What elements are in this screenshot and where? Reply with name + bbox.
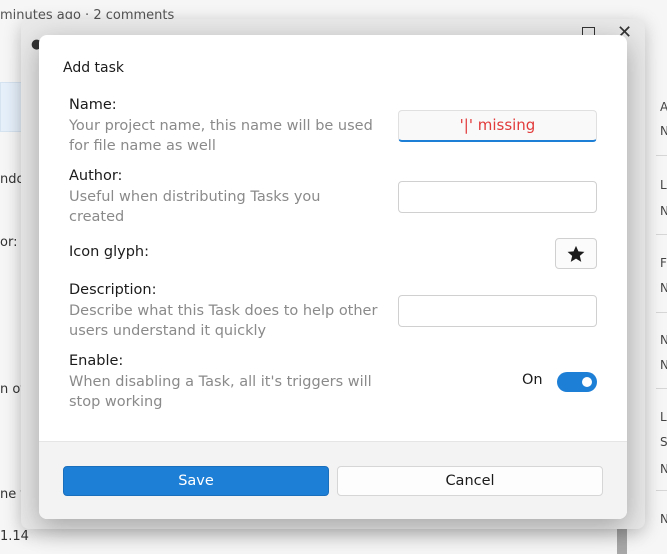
author-input[interactable] xyxy=(398,181,597,213)
divider xyxy=(656,155,667,156)
enable-toggle[interactable] xyxy=(557,372,597,392)
icon-row: Icon glyph: xyxy=(69,243,599,262)
left-panel-selection xyxy=(0,82,22,132)
toggle-knob xyxy=(582,377,592,387)
right-list-letter: N xyxy=(660,124,667,138)
icon-picker-button[interactable] xyxy=(555,238,597,269)
author-description: Useful when distributing Tasks you creat… xyxy=(69,189,321,225)
enable-label: Enable: xyxy=(69,353,124,369)
add-task-dialog: Add task Name: Your project name, this n… xyxy=(39,35,627,519)
cancel-button[interactable]: Cancel xyxy=(337,466,603,496)
left-snippet: or: xyxy=(0,235,18,250)
name-description: Your project name, this name will be use… xyxy=(69,118,373,154)
star-icon xyxy=(567,245,585,262)
right-list-letter: N xyxy=(660,358,667,372)
divider xyxy=(656,312,667,313)
right-list-letter: L xyxy=(660,178,667,192)
description-description: Describe what this Task does to help oth… xyxy=(69,303,378,339)
right-list-letter: N xyxy=(660,333,667,347)
scrollbar-thumb[interactable] xyxy=(617,528,627,554)
divider xyxy=(656,490,667,491)
dialog-title: Add task xyxy=(63,60,125,76)
version-text: 1.14 xyxy=(0,529,29,544)
save-button[interactable]: Save xyxy=(63,466,329,496)
enable-row: Enable: When disabling a Task, all it's … xyxy=(69,352,599,412)
divider xyxy=(656,234,667,235)
right-list-letter: A xyxy=(660,100,667,114)
icon-label: Icon glyph: xyxy=(69,244,150,260)
name-error-text: '|' missing xyxy=(459,116,536,134)
name-input[interactable]: '|' missing xyxy=(398,110,597,142)
enable-toggle-state: On xyxy=(522,372,543,388)
description-input[interactable] xyxy=(398,295,597,327)
right-list-letter: N xyxy=(660,462,667,476)
right-list-letter: S xyxy=(660,435,667,449)
dialog-footer: Save Cancel xyxy=(39,441,627,519)
right-list-letter: N xyxy=(660,281,667,295)
right-list-letter: N xyxy=(660,512,667,526)
enable-description: When disabling a Task, all it's triggers… xyxy=(69,374,372,410)
divider xyxy=(656,388,667,389)
right-list-letter: L xyxy=(660,410,667,424)
right-list-letter: N xyxy=(660,204,667,218)
right-list-letter: F xyxy=(660,256,667,270)
